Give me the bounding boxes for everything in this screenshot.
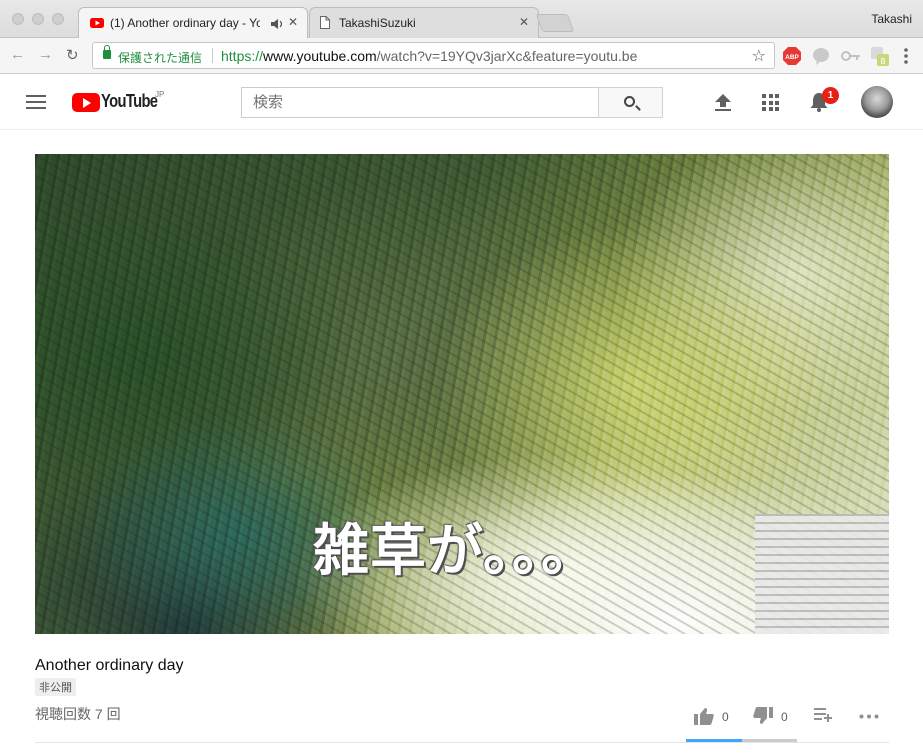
privacy-badge: 非公開 xyxy=(35,678,76,696)
like-count: 0 xyxy=(722,710,729,724)
search-input[interactable] xyxy=(241,87,599,118)
lock-icon xyxy=(103,45,111,59)
svg-text:B: B xyxy=(880,57,886,66)
translate-icon[interactable]: B xyxy=(871,47,889,67)
speaker-audio-icon[interactable] xyxy=(271,19,284,29)
omnibox-divider xyxy=(212,48,213,63)
video-caption-text: 雑草が。。。 xyxy=(313,519,598,584)
window-zoom-button[interactable] xyxy=(52,13,64,25)
region-code: JP xyxy=(155,90,165,99)
window-close-button[interactable] xyxy=(12,13,24,25)
tab-close-icon[interactable]: ✕ xyxy=(519,15,529,29)
url-text[interactable]: https://www.youtube.com/watch?v=19YQv3ja… xyxy=(221,48,637,64)
svg-text:ABP: ABP xyxy=(785,54,799,61)
address-bar[interactable]: 保護された通信 https://www.youtube.com/watch?v=… xyxy=(92,42,775,69)
apps-grid-icon[interactable] xyxy=(762,94,779,111)
tab-takashisuzuki[interactable]: TakashiSuzuki ✕ xyxy=(309,7,539,38)
tab-title: (1) Another ordinary day - YouTube xyxy=(110,16,260,30)
profile-name[interactable]: Takashi xyxy=(871,12,912,26)
more-actions-icon[interactable] xyxy=(859,714,879,719)
key-icon[interactable] xyxy=(841,47,861,65)
tab-youtube-video[interactable]: (1) Another ordinary day - YouTube ✕ xyxy=(78,7,308,38)
add-to-playlist-icon[interactable] xyxy=(814,708,833,722)
browser-tab-bar: (1) Another ordinary day - YouTube ✕ Tak… xyxy=(0,0,923,38)
secure-connection-label[interactable]: 保護された通信 xyxy=(118,49,202,66)
search-button[interactable] xyxy=(598,87,663,118)
page-document-icon xyxy=(320,16,330,29)
browser-toolbar: ← → ↻ 保護された通信 https://www.youtube.com/wa… xyxy=(0,38,923,74)
info-divider xyxy=(35,742,889,743)
dislike-count: 0 xyxy=(781,710,788,724)
video-title: Another ordinary day xyxy=(35,657,184,674)
forward-arrow-icon[interactable]: → xyxy=(38,46,53,63)
upload-icon[interactable] xyxy=(714,94,732,111)
video-frame-building xyxy=(755,514,889,634)
youtube-favicon-icon xyxy=(90,18,104,28)
video-player[interactable]: 雑草が。。。 xyxy=(35,154,889,634)
youtube-masthead: YouTube JP 1 xyxy=(0,74,923,130)
tab-title: TakashiSuzuki xyxy=(339,16,416,30)
search-icon xyxy=(624,96,635,107)
view-count: 視聴回数 7 回 xyxy=(35,706,121,722)
bookmark-star-icon[interactable]: ☆ xyxy=(752,46,766,66)
window-minimize-button[interactable] xyxy=(32,13,44,25)
account-avatar[interactable] xyxy=(861,86,893,118)
adblock-icon[interactable]: ABP xyxy=(783,47,801,65)
like-thumb-up-icon[interactable] xyxy=(694,707,714,725)
back-arrow-icon[interactable]: ← xyxy=(10,46,25,63)
dislike-thumb-down-icon[interactable] xyxy=(753,707,773,725)
reload-icon[interactable]: ↻ xyxy=(66,46,79,64)
youtube-logo-text[interactable]: YouTube xyxy=(101,91,158,112)
youtube-logo-icon[interactable] xyxy=(72,93,100,112)
notification-count-badge[interactable]: 1 xyxy=(822,87,839,104)
menu-kebab-icon[interactable] xyxy=(903,47,909,65)
tab-close-icon[interactable]: ✕ xyxy=(288,15,298,29)
guide-menu-icon[interactable] xyxy=(26,95,46,109)
new-tab-button[interactable] xyxy=(535,14,575,32)
chat-bubble-icon[interactable] xyxy=(812,47,830,65)
